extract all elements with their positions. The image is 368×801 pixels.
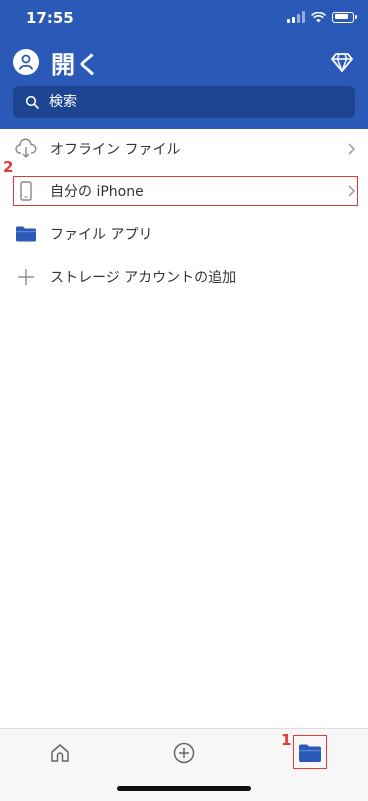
status-icons bbox=[287, 11, 357, 23]
cloud-download-icon bbox=[14, 137, 38, 161]
plus-icon bbox=[14, 265, 38, 289]
status-bar: 17:55 bbox=[0, 0, 368, 40]
status-time: 17:55 bbox=[26, 9, 74, 27]
folder-icon bbox=[14, 222, 38, 246]
search-input[interactable] bbox=[49, 94, 339, 110]
app-header: 17:55 開く bbox=[0, 0, 368, 129]
list-item-label: ファイル アプリ bbox=[50, 227, 153, 243]
search-icon bbox=[25, 95, 39, 109]
battery-icon bbox=[332, 11, 357, 23]
chevron-right-icon bbox=[348, 143, 356, 155]
page-title: 開く bbox=[51, 51, 101, 79]
annotation-step-1: 1 bbox=[281, 731, 292, 749]
tab-home[interactable] bbox=[46, 739, 74, 767]
avatar[interactable] bbox=[13, 49, 39, 75]
highlight-box-my-iphone bbox=[13, 176, 358, 206]
add-circle-icon bbox=[173, 742, 195, 764]
wifi-icon bbox=[311, 11, 326, 22]
list-item-label: オフライン ファイル bbox=[50, 142, 181, 158]
list-item-offline-files[interactable]: オフライン ファイル bbox=[0, 129, 368, 169]
signal-icon bbox=[287, 11, 305, 23]
diamond-icon[interactable] bbox=[330, 50, 354, 74]
annotation-step-2: 2 bbox=[3, 158, 14, 176]
highlight-box-open-tab bbox=[293, 735, 327, 769]
list-item-label: ストレージ アカウントの追加 bbox=[50, 270, 237, 286]
search-bar[interactable] bbox=[13, 86, 355, 118]
home-indicator bbox=[117, 786, 251, 791]
home-icon bbox=[51, 744, 69, 762]
list-item-add-storage[interactable]: ストレージ アカウントの追加 bbox=[0, 257, 368, 297]
tab-new[interactable] bbox=[170, 739, 198, 767]
person-icon bbox=[19, 54, 33, 70]
list-item-files-app[interactable]: ファイル アプリ bbox=[0, 214, 368, 254]
